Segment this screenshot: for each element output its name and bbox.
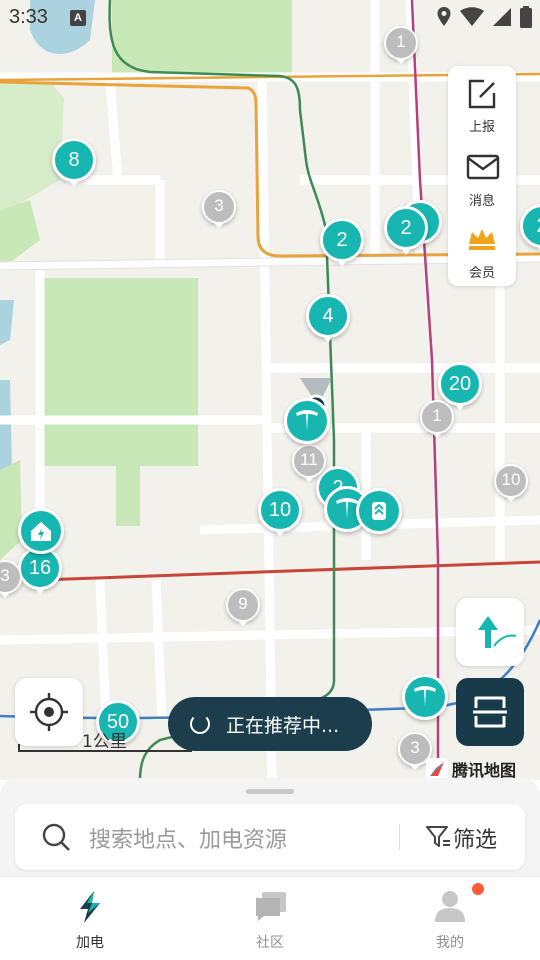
station-cluster[interactable]: 10 bbox=[258, 488, 302, 537]
station-cluster-grey[interactable]: 1 bbox=[420, 400, 454, 438]
crosshair-icon bbox=[30, 693, 68, 731]
map-tool-panel: 上报 消息 会员 bbox=[448, 66, 516, 286]
search-divider bbox=[399, 824, 400, 850]
messages-button[interactable]: 消息 bbox=[448, 142, 516, 214]
report-label: 上报 bbox=[468, 120, 495, 135]
messages-label: 消息 bbox=[468, 194, 495, 209]
station-cluster-grey[interactable]: 9 bbox=[226, 588, 260, 626]
battery-icon bbox=[520, 6, 532, 28]
tencent-map-logo-icon bbox=[426, 758, 448, 780]
station-brand-pin[interactable] bbox=[356, 488, 402, 534]
station-cluster[interactable]: 2 bbox=[320, 218, 364, 267]
member-label: 会员 bbox=[468, 266, 495, 281]
signal-icon bbox=[493, 8, 511, 26]
search-icon bbox=[42, 823, 70, 851]
filter-label: 筛选 bbox=[453, 828, 498, 853]
filter-icon bbox=[426, 826, 450, 847]
location-icon bbox=[437, 7, 451, 26]
bottom-sheet[interactable]: 搜索地点、加电资源 筛选 bbox=[0, 778, 540, 876]
station-cluster-grey[interactable]: 11 bbox=[292, 444, 326, 482]
station-cluster[interactable]: 2 bbox=[384, 206, 428, 255]
keyboard-a-icon: A bbox=[70, 10, 86, 26]
sheet-drag-handle[interactable] bbox=[246, 789, 294, 794]
edit-report-icon bbox=[468, 79, 496, 109]
loading-spinner-icon bbox=[190, 714, 210, 734]
tesla-station-pin[interactable] bbox=[284, 398, 330, 444]
scan-button[interactable] bbox=[456, 678, 524, 746]
station-cluster-grey[interactable]: 10 bbox=[494, 464, 528, 502]
nav-tab-community[interactable]: 社区 bbox=[210, 877, 330, 960]
tesla-logo-icon bbox=[296, 410, 318, 431]
recommend-status-text: 正在推荐中... bbox=[226, 715, 340, 737]
search-bar[interactable]: 搜索地点、加电资源 筛选 bbox=[15, 804, 525, 870]
search-input[interactable]: 搜索地点、加电资源 bbox=[89, 822, 287, 854]
station-cluster-grey[interactable]: 3 bbox=[202, 190, 236, 228]
home-charger-icon bbox=[31, 522, 51, 541]
recommend-status-toast: 正在推荐中... bbox=[168, 697, 372, 751]
home-charger-pin[interactable] bbox=[18, 508, 64, 554]
status-time: 3:33 bbox=[9, 6, 48, 28]
nav-tab-profile-label: 我的 bbox=[436, 935, 464, 951]
nav-tab-profile[interactable]: 我的 bbox=[390, 877, 510, 960]
tesla-logo-icon bbox=[414, 686, 436, 707]
status-bar: 3:33 A bbox=[0, 0, 540, 36]
notification-badge bbox=[472, 883, 484, 895]
status-icons bbox=[436, 6, 532, 28]
station-brand-icon bbox=[372, 502, 386, 520]
crown-icon bbox=[469, 229, 495, 250]
map-brand-text: 腾讯地图 bbox=[452, 761, 517, 780]
navigation-mode-button[interactable] bbox=[456, 598, 524, 666]
member-button[interactable]: 会员 bbox=[448, 214, 516, 286]
locate-me-button[interactable] bbox=[15, 678, 83, 746]
map-view[interactable]: 8 2 2 2 2 4 20 10 2 16 50 1 3 1 11 10 9 … bbox=[0, 0, 540, 780]
station-cluster[interactable]: 4 bbox=[306, 294, 350, 343]
mail-icon bbox=[466, 154, 500, 180]
wifi-icon bbox=[460, 7, 484, 26]
nav-tab-charge[interactable]: 加电 bbox=[30, 877, 150, 960]
report-button[interactable]: 上报 bbox=[448, 68, 516, 140]
bottom-nav: 加电 社区 我的 bbox=[0, 876, 540, 960]
tesla-station-pin[interactable] bbox=[402, 674, 448, 720]
station-cluster[interactable]: 8 bbox=[52, 138, 96, 187]
charge-icon bbox=[80, 891, 100, 923]
station-cluster[interactable]: 20 bbox=[438, 362, 482, 411]
map-brand: 腾讯地图 bbox=[426, 758, 516, 780]
scan-icon bbox=[473, 696, 507, 728]
north-arrow-icon bbox=[478, 616, 517, 648]
profile-icon bbox=[435, 891, 465, 922]
filter-button[interactable]: 筛选 bbox=[423, 818, 511, 856]
nav-tab-community-label: 社区 bbox=[256, 935, 284, 951]
community-icon bbox=[256, 892, 286, 921]
nav-tab-charge-label: 加电 bbox=[76, 935, 104, 951]
